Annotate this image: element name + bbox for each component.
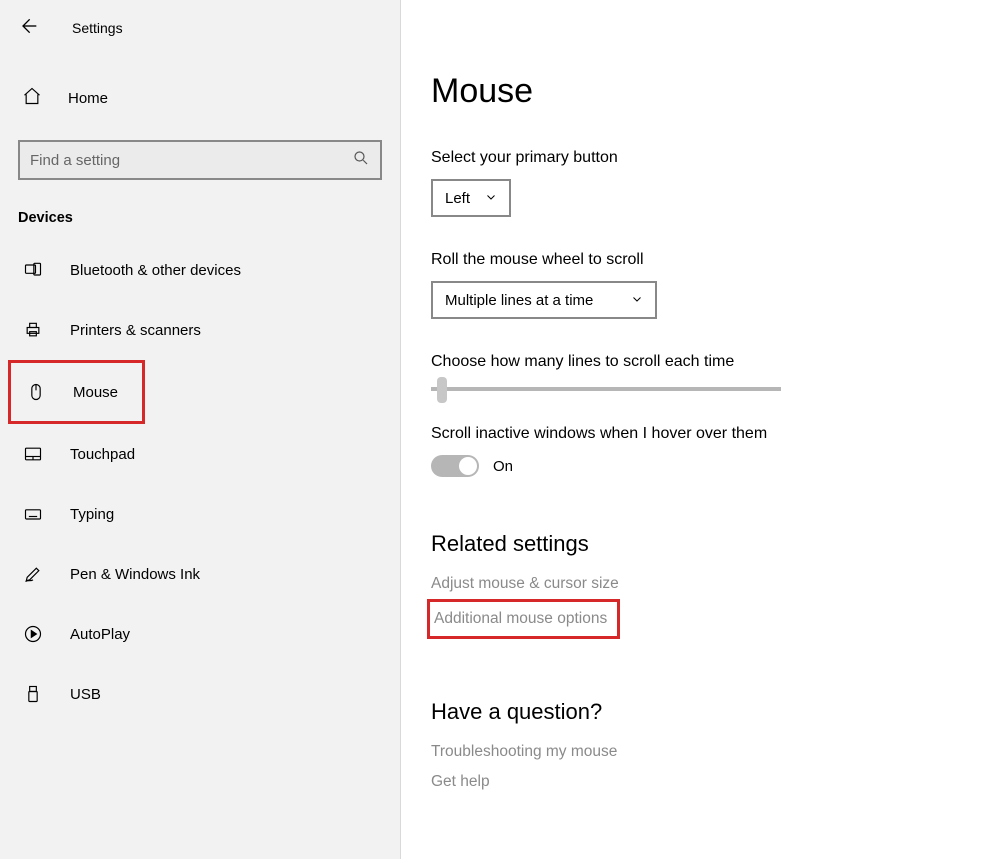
home-icon (22, 86, 42, 111)
primary-button-dropdown[interactable]: Left (431, 179, 511, 217)
related-settings-heading: Related settings (431, 531, 993, 557)
setting-label: Roll the mouse wheel to scroll (431, 251, 993, 269)
settings-main: Mouse Select your primary button Left Ro… (401, 0, 993, 859)
scroll-inactive-toggle[interactable] (431, 455, 479, 477)
sidebar-item-label: Mouse (73, 384, 118, 401)
setting-scroll-inactive: Scroll inactive windows when I hover ove… (431, 425, 993, 477)
toggle-knob (459, 457, 477, 475)
sidebar-item-touchpad[interactable]: Touchpad (0, 424, 400, 484)
touchpad-icon (22, 444, 44, 464)
back-arrow-icon[interactable] (18, 16, 38, 41)
sidebar-item-pen[interactable]: Pen & Windows Ink (0, 544, 400, 604)
chevron-down-icon (631, 292, 643, 309)
link-get-help[interactable]: Get help (431, 773, 993, 791)
sidebar-item-label: Touchpad (70, 446, 135, 463)
search-input[interactable]: Find a setting (18, 140, 382, 180)
chevron-down-icon (485, 190, 497, 207)
sidebar-item-bluetooth[interactable]: Bluetooth & other devices (0, 240, 400, 300)
pen-icon (22, 564, 44, 584)
sidebar-item-label: Bluetooth & other devices (70, 262, 241, 279)
sidebar-item-typing[interactable]: Typing (0, 484, 400, 544)
search-placeholder: Find a setting (30, 152, 120, 169)
setting-primary-button: Select your primary button Left (431, 149, 993, 217)
section-label-devices: Devices (18, 210, 400, 226)
mouse-icon (25, 382, 47, 402)
sidebar-item-label: Pen & Windows Ink (70, 566, 200, 583)
sidebar-nav-list: Bluetooth & other devices Printers & sca… (0, 240, 400, 724)
lines-slider[interactable] (431, 387, 781, 391)
sidebar-item-printers[interactable]: Printers & scanners (0, 300, 400, 360)
setting-label: Choose how many lines to scroll each tim… (431, 353, 993, 371)
app-title: Settings (72, 20, 123, 36)
usb-icon (22, 684, 44, 704)
dropdown-value: Left (445, 190, 470, 207)
sidebar-item-autoplay[interactable]: AutoPlay (0, 604, 400, 664)
link-adjust-cursor-size[interactable]: Adjust mouse & cursor size (431, 575, 993, 593)
printer-icon (22, 320, 44, 340)
sidebar-item-label: AutoPlay (70, 626, 130, 643)
sidebar-item-label: USB (70, 686, 101, 703)
toggle-state-label: On (493, 458, 513, 475)
home-label: Home (68, 90, 108, 107)
setting-label: Select your primary button (431, 149, 993, 167)
setting-wheel-scroll: Roll the mouse wheel to scroll Multiple … (431, 251, 993, 319)
link-additional-mouse-options[interactable]: Additional mouse options (427, 599, 620, 639)
settings-sidebar: Settings Home Find a setting Devices (0, 0, 401, 859)
slider-thumb[interactable] (437, 377, 447, 403)
sidebar-item-label: Typing (70, 506, 114, 523)
page-title: Mouse (431, 72, 993, 111)
keyboard-icon (22, 504, 44, 524)
sidebar-item-usb[interactable]: USB (0, 664, 400, 724)
dropdown-value: Multiple lines at a time (445, 292, 593, 309)
link-troubleshooting[interactable]: Troubleshooting my mouse (431, 743, 993, 761)
sidebar-item-mouse[interactable]: Mouse (8, 360, 145, 424)
wheel-scroll-dropdown[interactable]: Multiple lines at a time (431, 281, 657, 319)
search-icon (352, 149, 370, 172)
devices-icon (22, 260, 44, 280)
setting-label: Scroll inactive windows when I hover ove… (431, 425, 993, 443)
home-nav[interactable]: Home (0, 76, 400, 120)
setting-lines-to-scroll: Choose how many lines to scroll each tim… (431, 353, 993, 391)
have-a-question-heading: Have a question? (431, 699, 993, 725)
sidebar-item-label: Printers & scanners (70, 322, 201, 339)
autoplay-icon (22, 624, 44, 644)
